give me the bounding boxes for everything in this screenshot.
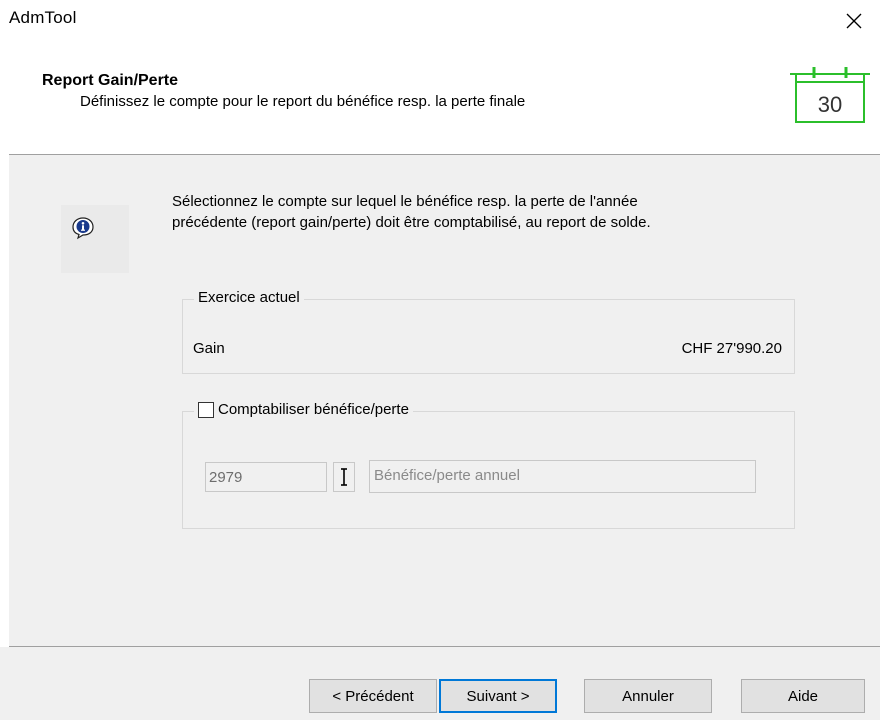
account-lookup-button[interactable]	[333, 462, 355, 492]
close-button[interactable]	[836, 6, 872, 36]
current-year-group: Exercice actuel Gain CHF 27'990.20	[182, 289, 795, 374]
previous-button[interactable]: < Précédent	[309, 679, 437, 713]
wizard-footer: < Précédent Suivant > Annuler Aide	[0, 647, 880, 720]
booking-legend: Comptabiliser bénéfice/perte	[194, 401, 413, 418]
account-description-field: Bénéfice/perte annuel	[369, 460, 756, 493]
wizard-header: Report Gain/Perte Définissez le compte p…	[0, 40, 880, 154]
current-year-legend: Exercice actuel	[194, 289, 304, 306]
calendar-number: 30	[818, 92, 842, 117]
cancel-button[interactable]: Annuler	[584, 679, 712, 713]
calendar-icon: 30	[790, 67, 870, 123]
result-label: Gain	[193, 340, 225, 357]
page-subtitle: Définissez le compte pour le report du b…	[80, 93, 526, 110]
next-button[interactable]: Suivant >	[439, 679, 557, 713]
close-icon	[846, 13, 862, 29]
window-title: AdmTool	[9, 8, 77, 27]
page-title: Report Gain/Perte	[42, 72, 179, 89]
result-amount: CHF 27'990.20	[681, 340, 782, 357]
book-profit-loss-label[interactable]: Comptabiliser bénéfice/perte	[218, 401, 409, 418]
title-bar: AdmTool	[0, 0, 880, 40]
wizard-body: Sélectionnez le compte sur lequel le bén…	[9, 155, 880, 646]
instruction-line-2: précédente (report gain/perte) doit être…	[172, 214, 651, 231]
instruction-text: Sélectionnez le compte sur lequel le bén…	[172, 191, 812, 233]
book-profit-loss-checkbox[interactable]	[198, 401, 214, 418]
account-number-input[interactable]	[205, 462, 327, 492]
wizard-dialog: AdmTool Report Gain/Perte Définissez le …	[0, 0, 880, 720]
booking-group: Comptabiliser bénéfice/perte Bénéfice/pe…	[182, 401, 795, 529]
text-cursor-icon	[341, 468, 347, 486]
instruction-line-1: Sélectionnez le compte sur lequel le bén…	[172, 193, 638, 210]
info-icon	[72, 217, 94, 240]
help-button[interactable]: Aide	[741, 679, 865, 713]
